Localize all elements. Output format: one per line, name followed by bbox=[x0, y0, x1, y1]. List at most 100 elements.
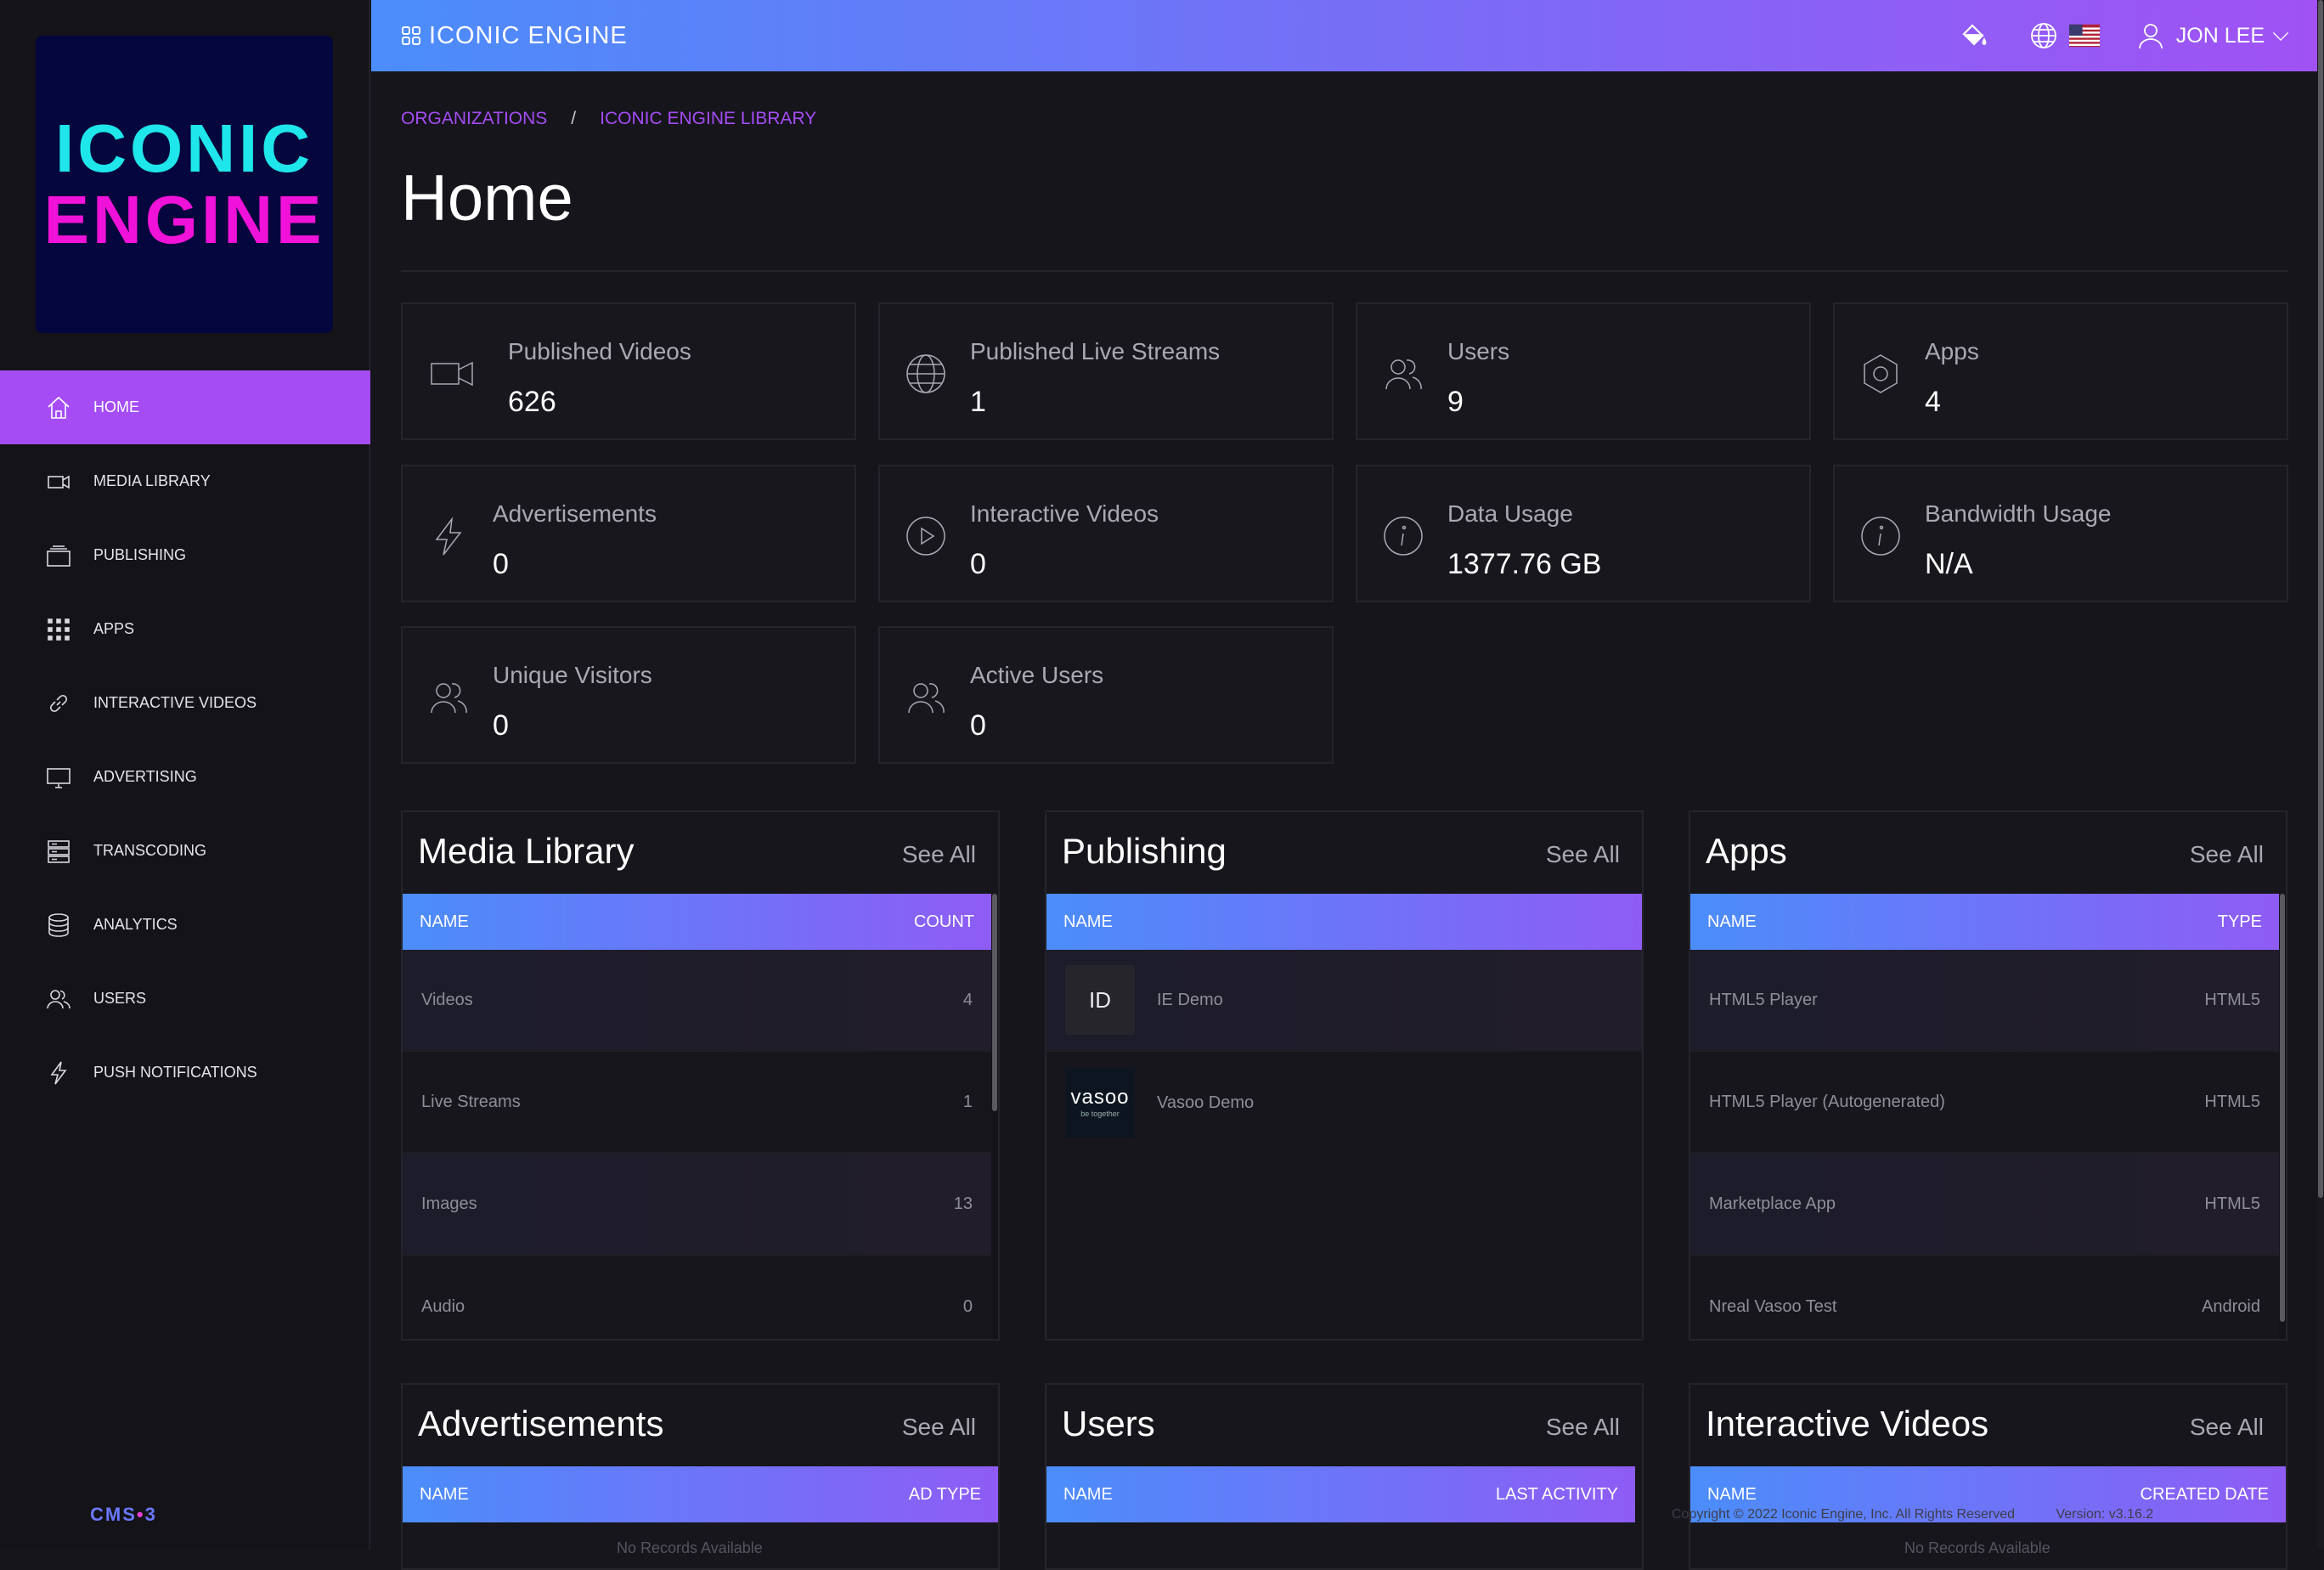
vasoo-logo-thumbnail: vasoo be together bbox=[1065, 1068, 1135, 1138]
hexagon-icon bbox=[1857, 350, 1904, 398]
stat-bandwidth-usage[interactable]: Bandwidth Usage N/A bbox=[1833, 465, 2288, 602]
stat-value: 626 bbox=[508, 386, 556, 418]
footer-copyright: Copyright © 2022 Iconic Engine, Inc. All… bbox=[1672, 1507, 2015, 1522]
logo-line-engine: ENGINE bbox=[43, 182, 325, 257]
sidebar-item-push-notifications[interactable]: PUSH NOTIFICATIONS bbox=[0, 1036, 370, 1110]
sidebar-item-publishing[interactable]: PUBLISHING bbox=[0, 518, 370, 592]
cms-logo-dot: • bbox=[136, 1504, 145, 1525]
see-all-users[interactable]: See All bbox=[1546, 1414, 1620, 1441]
row-name: Nreal Vasoo Test bbox=[1709, 1296, 1837, 1316]
column-header-name[interactable]: NAME bbox=[1063, 912, 1113, 932]
panel-header: Apps See All bbox=[1690, 812, 2286, 894]
stat-label: Published Live Streams bbox=[970, 338, 1221, 364]
users-icon bbox=[44, 985, 73, 1014]
stat-value: 0 bbox=[970, 548, 986, 580]
stat-interactive-videos[interactable]: Interactive Videos 0 bbox=[878, 465, 1334, 602]
panel-publishing: Publishing See All NAME ID IE Demo vasoo… bbox=[1045, 810, 1644, 1341]
sidebar-item-transcoding[interactable]: TRANSCODING bbox=[0, 814, 370, 888]
breadcrumb-organizations[interactable]: ORGANIZATIONS bbox=[401, 109, 547, 129]
table-row[interactable]: Images 13 bbox=[403, 1154, 991, 1256]
cms-logo-number: 3 bbox=[144, 1504, 157, 1525]
sidebar-item-label: PUBLISHING bbox=[93, 546, 187, 563]
see-all-advertisements[interactable]: See All bbox=[902, 1414, 976, 1441]
stat-active-users[interactable]: Active Users 0 bbox=[878, 626, 1334, 764]
user-menu[interactable]: JON LEE bbox=[2135, 20, 2292, 51]
column-header-type[interactable]: TYPE bbox=[2218, 912, 2262, 932]
sidebar-nav: HOME MEDIA LIBRARY PUBLISHING APPS INTER… bbox=[0, 370, 370, 1110]
topbar-brand[interactable]: ICONIC ENGINE bbox=[400, 22, 628, 50]
sidebar-item-analytics[interactable]: ANALYTICS bbox=[0, 888, 370, 962]
breadcrumb-library[interactable]: ICONIC ENGINE LIBRARY bbox=[600, 109, 816, 129]
sidebar-item-label: TRANSCODING bbox=[93, 842, 207, 859]
column-header-name[interactable]: NAME bbox=[420, 1485, 469, 1505]
stat-data-usage[interactable]: Data Usage 1377.76 GB bbox=[1356, 465, 1811, 602]
table-row[interactable]: Marketplace App HTML5 bbox=[1690, 1154, 2279, 1256]
stat-value: 1 bbox=[970, 386, 986, 418]
stat-published-live-streams[interactable]: Published Live Streams 1 bbox=[878, 302, 1334, 440]
lightning-icon bbox=[425, 512, 472, 560]
apps-grid-icon bbox=[402, 26, 420, 45]
panel-scrollbar-thumb[interactable] bbox=[992, 894, 997, 1111]
table-row[interactable]: vasoo be together Vasoo Demo bbox=[1046, 1052, 1642, 1154]
title-divider bbox=[401, 270, 2288, 272]
column-header-count[interactable]: COUNT bbox=[914, 912, 974, 932]
column-header-name[interactable]: NAME bbox=[1707, 1485, 1757, 1505]
table-row[interactable]: Nreal Vasoo Test Android bbox=[1690, 1256, 2279, 1339]
panel-scrollbar[interactable] bbox=[2279, 894, 2286, 1339]
globe-icon[interactable] bbox=[2028, 20, 2059, 51]
panel-scrollbar-thumb[interactable] bbox=[2280, 894, 2285, 1322]
column-header-last-activity[interactable]: LAST ACTIVITY bbox=[1496, 1485, 1618, 1505]
stat-advertisements[interactable]: Advertisements 0 bbox=[401, 465, 856, 602]
row-name: HTML5 Player bbox=[1709, 990, 1818, 1009]
row-value: 4 bbox=[962, 990, 973, 1009]
column-header-created-date[interactable]: CREATED DATE bbox=[2141, 1485, 2270, 1505]
stat-label: Active Users bbox=[970, 662, 1104, 688]
see-all-media-library[interactable]: See All bbox=[902, 841, 976, 868]
sidebar-item-apps[interactable]: APPS bbox=[0, 592, 370, 666]
panel-header: Users See All bbox=[1046, 1385, 1642, 1466]
users-icon bbox=[1379, 350, 1427, 398]
column-header-ad-type[interactable]: AD TYPE bbox=[909, 1485, 981, 1505]
table-row[interactable]: Live Streams 1 bbox=[403, 1052, 991, 1154]
info-icon bbox=[1379, 512, 1427, 560]
see-all-apps[interactable]: See All bbox=[2190, 841, 2264, 868]
sidebar-item-label: APPS bbox=[93, 620, 135, 637]
table-row[interactable]: HTML5 Player HTML5 bbox=[1690, 950, 2279, 1052]
sidebar-item-label: MEDIA LIBRARY bbox=[93, 472, 211, 489]
paint-bucket-icon[interactable] bbox=[1959, 20, 1989, 51]
stat-published-videos[interactable]: Published Videos 626 bbox=[401, 302, 856, 440]
column-header-name[interactable]: NAME bbox=[420, 912, 469, 932]
sidebar-item-advertising[interactable]: ADVERTISING bbox=[0, 740, 370, 814]
row-name: Images bbox=[421, 1194, 477, 1213]
stat-users[interactable]: Users 9 bbox=[1356, 302, 1811, 440]
us-flag-icon[interactable] bbox=[2068, 20, 2100, 51]
table-row[interactable]: ID IE Demo bbox=[1046, 950, 1642, 1052]
table-row[interactable]: Audio 0 bbox=[403, 1256, 991, 1339]
sidebar-item-label: HOME bbox=[93, 398, 139, 415]
panel-media-library: Media Library See All NAME COUNT Videos 4… bbox=[401, 810, 1000, 1341]
lightning-icon bbox=[44, 1059, 73, 1087]
table-row[interactable]: HTML5 Player (Autogenerated) HTML5 bbox=[1690, 1052, 2279, 1154]
sidebar-item-media-library[interactable]: MEDIA LIBRARY bbox=[0, 444, 370, 518]
column-header-name[interactable]: NAME bbox=[1707, 912, 1757, 932]
vasoo-logo-word: vasoo bbox=[1070, 1086, 1130, 1109]
panel-header: Publishing See All bbox=[1046, 812, 1642, 894]
panel-title: Users bbox=[1062, 1403, 1155, 1443]
stat-apps[interactable]: Apps 4 bbox=[1833, 302, 2288, 440]
cms-logo-text: CMS bbox=[90, 1504, 137, 1525]
panel-scrollbar[interactable] bbox=[991, 894, 998, 1339]
brand-logo[interactable]: ICONIC ENGINE bbox=[36, 36, 333, 333]
sidebar-item-home[interactable]: HOME bbox=[0, 370, 370, 444]
column-header-name[interactable]: NAME bbox=[1063, 1485, 1113, 1505]
see-all-interactive-videos[interactable]: See All bbox=[2190, 1414, 2264, 1441]
see-all-publishing[interactable]: See All bbox=[1546, 841, 1620, 868]
sidebar-item-users[interactable]: USERS bbox=[0, 962, 370, 1036]
row-value: 1 bbox=[962, 1092, 973, 1111]
sidebar-item-interactive-videos[interactable]: INTERACTIVE VIDEOS bbox=[0, 666, 370, 740]
table-row[interactable]: Videos 4 bbox=[403, 950, 991, 1052]
page-scrollbar-thumb[interactable] bbox=[2318, 0, 2323, 1198]
stat-unique-visitors[interactable]: Unique Visitors 0 bbox=[401, 626, 856, 764]
panel-header: Interactive Videos See All bbox=[1690, 1385, 2286, 1466]
row-value: HTML5 bbox=[2204, 1092, 2260, 1111]
page-scrollbar[interactable] bbox=[2317, 0, 2324, 1550]
